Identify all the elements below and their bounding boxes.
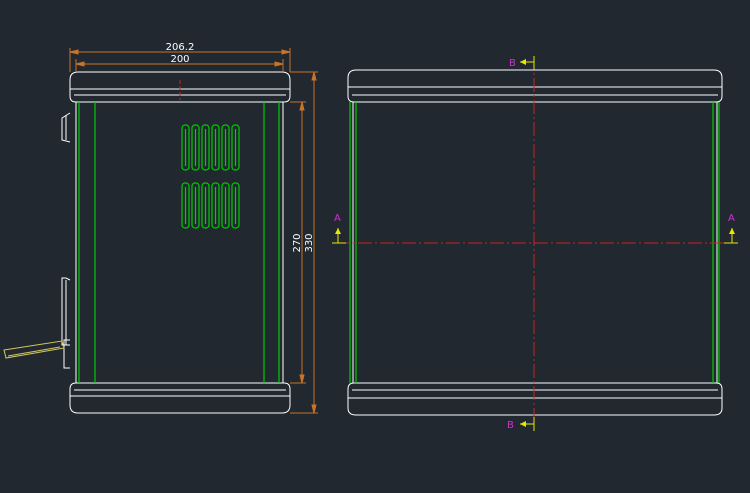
section-label-a-left: A: [334, 213, 341, 224]
section-marker-b-top: [520, 56, 535, 70]
side-lines: [78, 102, 280, 383]
dimension-label-width-inner: 200: [170, 54, 189, 65]
section-label-b-bottom: B: [507, 420, 514, 431]
handle: [3, 340, 65, 359]
front-top-cap: [347, 69, 723, 103]
cad-drawing: 206.2 200 270 330 B B A A: [3, 42, 738, 431]
vent-slots: [181, 124, 240, 229]
body-outline: [75, 102, 284, 383]
cad-drawing-canvas[interactable]: 206.2 200 270 330 B B A A: [0, 0, 750, 489]
dimension-label-height-inner: 270: [292, 233, 303, 252]
front-bottom-cap: [347, 382, 723, 416]
section-marker-a-left: [332, 228, 346, 244]
latch-bracket: [61, 112, 71, 369]
bottom-cap: [69, 382, 291, 414]
section-label-b-top: B: [509, 58, 516, 69]
dimension-label-width-outer: 206.2: [166, 42, 195, 53]
section-marker-b-bottom: [520, 417, 535, 431]
section-label-a-right: A: [728, 213, 735, 224]
front-view: B B A A: [332, 56, 738, 431]
section-marker-a-right: [724, 228, 738, 244]
side-view: 206.2 200 270 330: [3, 42, 318, 414]
dimension-label-height-outer: 330: [304, 233, 315, 252]
